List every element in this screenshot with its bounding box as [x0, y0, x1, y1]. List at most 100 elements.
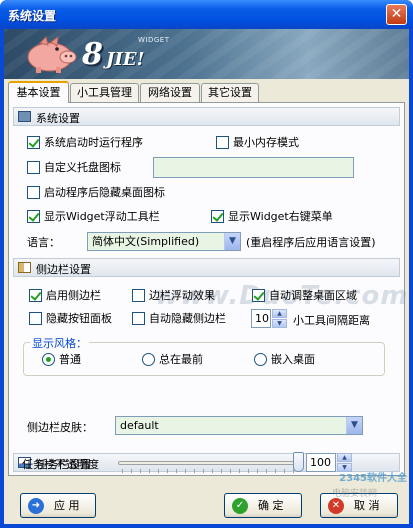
checkbox-box: [211, 210, 224, 223]
apply-label: 应 用: [54, 499, 80, 512]
hide-desktop-icons-checkbox[interactable]: 启动程序后隐藏桌面图标: [27, 186, 165, 200]
banner: 8 JIE! WIDGET: [4, 29, 409, 79]
title-bar[interactable]: 系统设置 ✕: [0, 0, 413, 29]
show-widget-menu-checkbox[interactable]: 显示Widget右键菜单: [211, 210, 333, 224]
pig-logo-icon: [27, 35, 77, 73]
language-value: 简体中文(Simplified): [92, 235, 200, 248]
style-always-on-top-radio[interactable]: 总在最前: [142, 353, 203, 367]
checkbox-label: 显示Widget右键菜单: [228, 210, 333, 223]
radio-dot: [142, 353, 155, 366]
checkbox-label: 系统启动时运行程序: [44, 136, 143, 149]
ok-label: 确 定: [258, 499, 284, 512]
language-select[interactable]: 简体中文(Simplified) ▼: [87, 232, 241, 251]
sidebar-skin-select[interactable]: default ▼: [115, 416, 363, 435]
watermark-corner: 电脑安装网: [331, 489, 377, 499]
tab-widget-manager[interactable]: 小工具管理: [70, 83, 139, 102]
custom-tray-icon-checkbox[interactable]: 自定义托盘图标: [27, 161, 121, 175]
auto-hide-sidebar-checkbox[interactable]: 自动隐藏侧边栏: [132, 312, 226, 326]
checkbox-label: 自定义托盘图标: [44, 161, 121, 174]
section-title: 系统设置: [36, 112, 80, 125]
style-embed-desktop-radio[interactable]: 嵌入桌面: [254, 353, 315, 367]
apply-button[interactable]: ➜ 应 用: [20, 493, 96, 518]
display-style-legend: 显示风格：: [30, 335, 89, 351]
checkbox-label: 自动调整桌面区域: [269, 289, 357, 302]
hide-button-panel-checkbox[interactable]: 隐藏按钮面板: [29, 312, 112, 326]
logo-widget: WIDGET: [138, 36, 170, 44]
tab-other-settings[interactable]: 其它设置: [201, 83, 259, 102]
opacity-slider-track[interactable]: [118, 461, 304, 465]
display-style-group: 显示风格： 普通 总在最前 嵌入桌面: [23, 335, 385, 376]
widget-spacing-input[interactable]: 10: [251, 309, 271, 328]
opacity-slider-thumb[interactable]: [293, 452, 304, 472]
run-on-startup-checkbox[interactable]: 系统启动时运行程序: [27, 136, 143, 150]
sidebar-icon: [18, 262, 31, 273]
checkbox-label: 显示Widget浮动工具栏: [44, 210, 160, 223]
radio-dot: [254, 353, 267, 366]
section-header-sidebar: 侧边栏设置: [13, 258, 400, 277]
opacity-slider-ticks: [122, 469, 302, 473]
radio-dot: [42, 353, 55, 366]
close-icon: ✕: [390, 6, 403, 22]
tab-panel: www.DuoTe.com 系统设置 系统启动时运行程序 最小内存模式 自定义托…: [8, 102, 408, 476]
window-icon: [18, 111, 31, 122]
checkbox-box: [27, 161, 40, 174]
tab-basic-settings[interactable]: 基本设置: [8, 81, 69, 103]
tab-network-settings[interactable]: 网络设置: [140, 83, 200, 102]
checkbox-label: 启用侧边栏: [46, 289, 101, 302]
window-title: 系统设置: [8, 9, 57, 23]
checkbox-label: 启动程序后隐藏桌面图标: [44, 186, 165, 199]
tab-label: 网络设置: [148, 86, 192, 99]
sidebar-skin-value: default: [120, 419, 159, 432]
spin-up-icon[interactable]: ▲: [272, 309, 287, 318]
opacity-value-input[interactable]: 100: [306, 453, 336, 472]
taskbar-opacity-label: 任务栏不透明度: [22, 458, 99, 471]
checkbox-box: [132, 312, 145, 325]
radio-label: 嵌入桌面: [271, 353, 315, 366]
radio-label: 普通: [59, 353, 81, 366]
checkbox-box: [29, 289, 42, 302]
checkbox-box: [27, 136, 40, 149]
arrow-icon: ➜: [28, 498, 44, 514]
checkbox-label: 边栏浮动效果: [149, 289, 215, 302]
ok-button[interactable]: ✓ 确 定: [224, 493, 302, 518]
language-note: (重启程序后应用语言设置): [246, 236, 376, 249]
close-button[interactable]: ✕: [386, 4, 407, 25]
checkbox-label: 自动隐藏侧边栏: [149, 312, 226, 325]
tab-label: 小工具管理: [77, 86, 132, 99]
auto-adjust-desktop-checkbox[interactable]: 自动调整桌面区域: [252, 289, 357, 303]
tab-label: 其它设置: [208, 86, 252, 99]
style-normal-radio[interactable]: 普通: [42, 353, 81, 367]
chevron-down-icon[interactable]: ▼: [224, 233, 240, 250]
settings-window: 系统设置 ✕ 8 JIE! WIDGET 基本设置 小工具管理 网络设置 其它设…: [0, 0, 413, 528]
checkbox-box: [29, 312, 42, 325]
widget-spacing-spinner[interactable]: ▲ ▼: [272, 309, 287, 328]
tray-icon-path-field[interactable]: [153, 157, 354, 178]
x-icon: ✕: [328, 498, 344, 514]
check-icon: ✓: [232, 498, 248, 514]
radio-label: 总在最前: [159, 353, 203, 366]
checkbox-label: 隐藏按钮面板: [46, 312, 112, 325]
checkbox-box: [27, 186, 40, 199]
checkbox-box: [27, 210, 40, 223]
logo-8: 8: [82, 37, 103, 72]
show-widget-toolbar-checkbox[interactable]: 显示Widget浮动工具栏: [27, 210, 160, 224]
checkbox-box: [132, 289, 145, 302]
min-memory-checkbox[interactable]: 最小内存模式: [216, 136, 299, 150]
logo-jie: JIE!: [106, 49, 145, 70]
enable-sidebar-checkbox[interactable]: 启用侧边栏: [29, 289, 101, 303]
tab-label: 基本设置: [16, 86, 61, 99]
watermark-2345: 2345软件大全: [339, 473, 407, 484]
checkbox-box: [216, 136, 229, 149]
checkbox-label: 最小内存模式: [233, 136, 299, 149]
checkbox-box: [252, 289, 265, 302]
language-label: 语言：: [27, 236, 60, 249]
client-area: 8 JIE! WIDGET 基本设置 小工具管理 网络设置 其它设置 www.D…: [4, 29, 409, 524]
chevron-down-icon[interactable]: ▼: [346, 417, 362, 434]
section-title: 侧边栏设置: [36, 263, 91, 276]
sidebar-skin-label: 侧边栏皮肤：: [27, 421, 93, 434]
sidebar-float-effect-checkbox[interactable]: 边栏浮动效果: [132, 289, 215, 303]
spin-up-icon[interactable]: ▲: [337, 453, 352, 462]
widget-spacing-label: 小工具间隔距离: [293, 314, 370, 327]
spin-down-icon[interactable]: ▼: [272, 319, 287, 328]
section-header-system: 系统设置: [13, 107, 400, 126]
